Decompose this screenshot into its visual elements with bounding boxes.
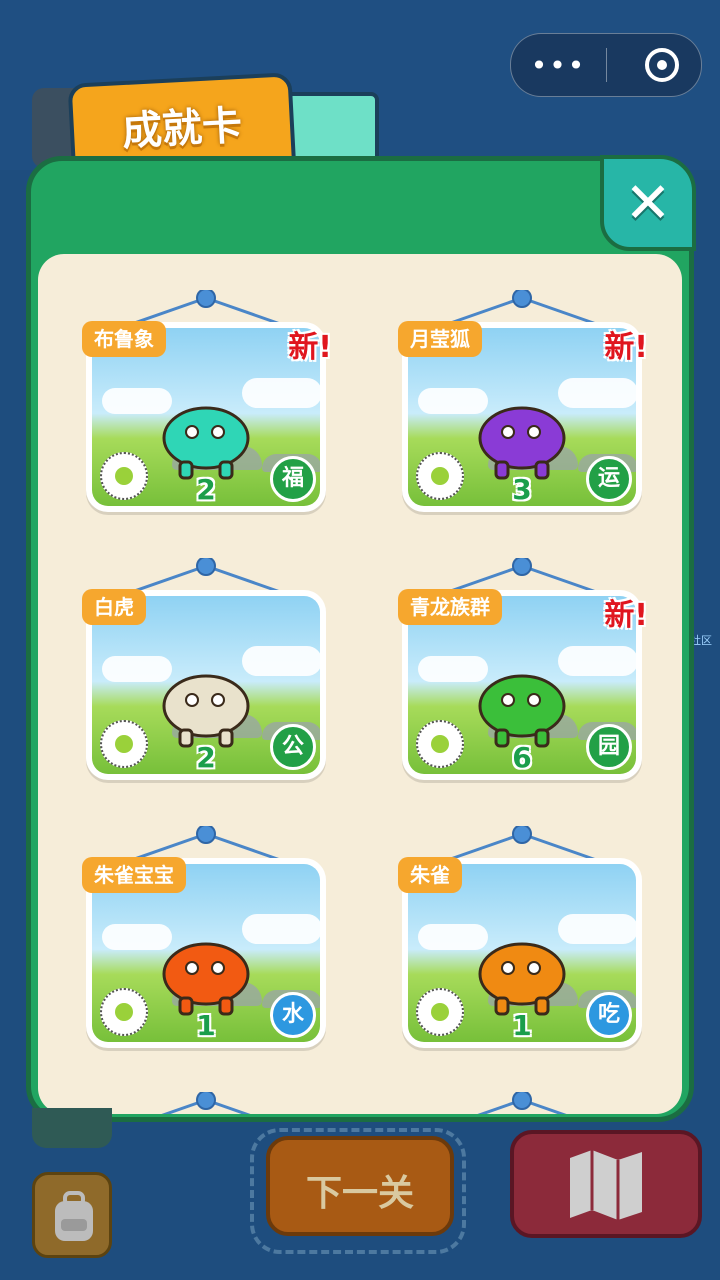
new-badge: 新! [604, 598, 648, 633]
side-panel-edge [32, 1108, 112, 1148]
card-name: 朱雀 [398, 857, 462, 893]
card-frame: 1 吃 朱雀 [398, 857, 642, 1048]
card-character-badge: 园 [586, 724, 632, 770]
card-frame: 2 公 白虎 [82, 589, 326, 780]
card-name: 月莹狐 [398, 321, 482, 357]
achievement-card[interactable]: 3 运 月莹狐 新! [398, 290, 648, 550]
card-frame: 6 园 青龙族群 新! [398, 589, 648, 780]
hanger-peek [161, 1092, 251, 1114]
card-name: 布鲁象 [82, 321, 166, 357]
moon-fox-creature [478, 406, 566, 480]
achievement-card[interactable]: 2 公 白虎 [82, 558, 326, 818]
new-badge: 新! [604, 330, 648, 365]
card-frame: 1 水 朱雀宝宝 [82, 857, 326, 1048]
achievement-card[interactable]: 1 吃 朱雀 [398, 826, 642, 1086]
hanger-peek [477, 1092, 567, 1114]
card-character-badge: 吃 [586, 992, 632, 1038]
green-dragon-creature [478, 674, 566, 748]
new-badge: 新! [288, 330, 332, 365]
phoenix-creature [478, 942, 566, 1016]
card-frame: 3 运 月莹狐 新! [398, 321, 648, 512]
baby-phoenix-creature [162, 942, 250, 1016]
map-icon [570, 1150, 642, 1220]
achievement-card[interactable]: 6 园 青龙族群 新! [398, 558, 648, 818]
close-button[interactable]: ✕ [600, 155, 696, 251]
backpack-button[interactable] [32, 1172, 112, 1258]
achievement-card[interactable]: 2 福 布鲁象 新! [82, 290, 332, 550]
capsule-divider [606, 48, 607, 82]
miniprogram-capsule: ••• [510, 33, 702, 97]
tab-achievement-label: 成就卡 [120, 102, 244, 156]
elephant-creature [162, 406, 250, 480]
card-character-badge: 福 [270, 456, 316, 502]
close-icon: ✕ [624, 171, 672, 236]
map-button[interactable] [510, 1130, 702, 1238]
next-level-label: 下一关 [305, 1173, 414, 1214]
card-name: 白虎 [82, 589, 146, 625]
card-frame: 2 福 布鲁象 新! [82, 321, 332, 512]
card-character-badge: 公 [270, 724, 316, 770]
card-name: 朱雀宝宝 [82, 857, 186, 893]
achievement-card[interactable]: 1 水 朱雀宝宝 [82, 826, 326, 1086]
card-grid: 2 福 布鲁象 新! 3 运 月莹狐 新! 2 公 白虎 6 园 青龙族群 新!… [38, 254, 682, 1114]
card-name: 青龙族群 [398, 589, 502, 625]
card-character-badge: 运 [586, 456, 632, 502]
white-tiger-creature [162, 674, 250, 748]
next-level-button[interactable]: 下一关 [266, 1136, 454, 1236]
more-dots-icon[interactable]: ••• [511, 34, 606, 96]
card-character-badge: 水 [270, 992, 316, 1038]
target-icon[interactable] [645, 48, 679, 82]
backpack-icon [55, 1191, 93, 1241]
